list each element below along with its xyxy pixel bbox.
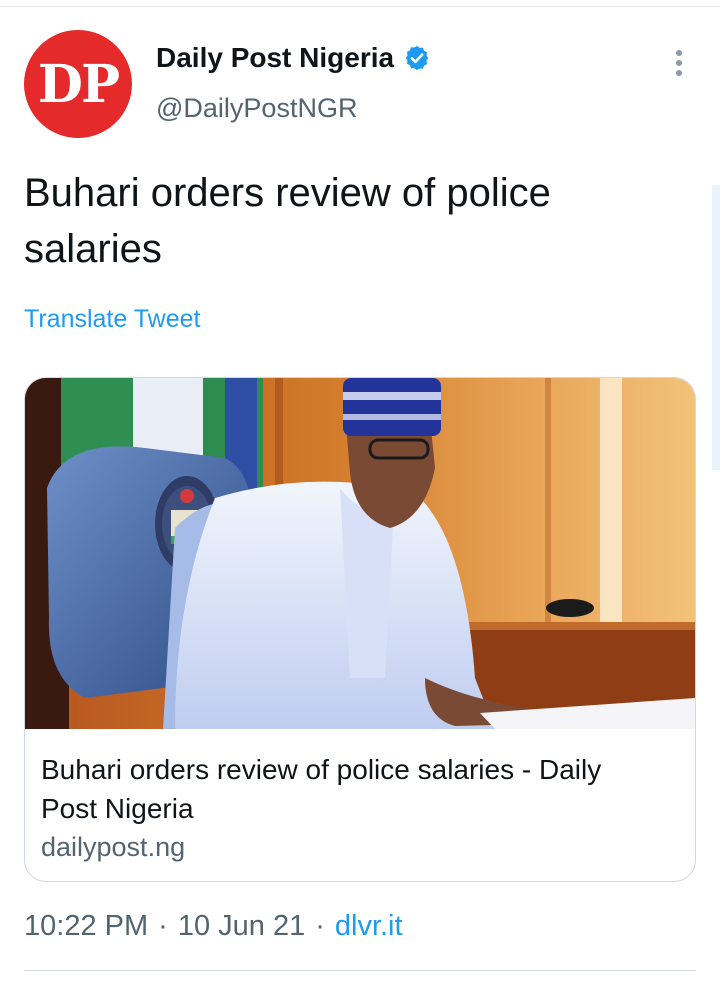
meta-separator: ·	[315, 910, 325, 942]
avatar-initials: DP	[37, 53, 120, 115]
link-card[interactable]: Buhari orders review of police salaries …	[24, 377, 696, 882]
translate-tweet-link[interactable]: Translate Tweet	[24, 305, 200, 334]
article-photo	[25, 378, 695, 729]
account-name[interactable]: Daily Post Nigeria	[156, 42, 394, 74]
meta-separator: ·	[158, 910, 168, 942]
tweet-text: Buhari orders review of police salaries	[24, 171, 551, 271]
scrollbar[interactable]	[712, 185, 720, 470]
tweet-date[interactable]: 10 Jun 21	[178, 910, 305, 943]
tweet-time[interactable]: 10:22 PM	[24, 910, 148, 943]
bottom-divider	[24, 970, 696, 971]
top-divider	[0, 0, 720, 7]
tweet-source-link[interactable]: dlvr.it	[335, 910, 403, 943]
link-card-domain[interactable]: dailypost.ng	[41, 832, 185, 863]
more-options-icon[interactable]	[662, 46, 696, 80]
link-card-title[interactable]: Buhari orders review of police salaries …	[41, 750, 661, 828]
tweet-meta: 10:22 PM · 10 Jun 21 · dlvr.it	[24, 910, 403, 943]
account-handle[interactable]: @DailyPostNGR	[156, 93, 357, 124]
verified-badge-icon	[405, 45, 429, 71]
account-name-row[interactable]: Daily Post Nigeria	[156, 42, 431, 74]
avatar[interactable]: DP	[24, 30, 132, 138]
